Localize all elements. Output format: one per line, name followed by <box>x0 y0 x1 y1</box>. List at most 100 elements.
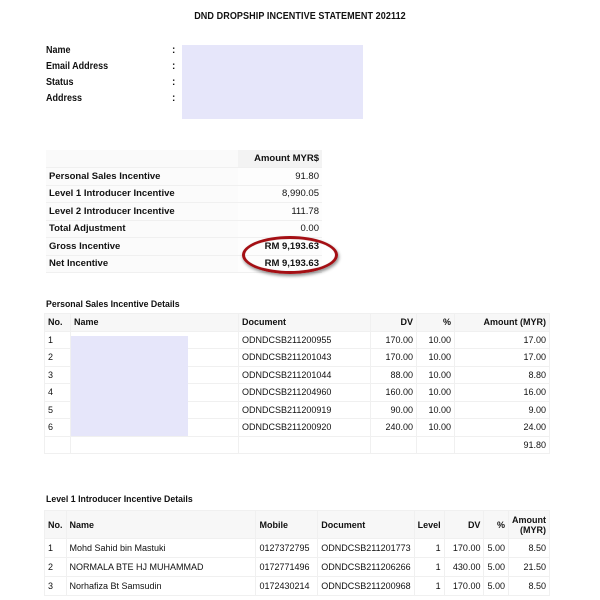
amount-header-line2: (MYR) <box>520 524 546 535</box>
col-dv-header: DV <box>370 313 417 332</box>
row-amount: 17.00 <box>454 348 550 367</box>
row-pct: 10.00 <box>416 418 455 437</box>
row-dv: 90.00 <box>370 400 417 419</box>
row-no: 1 <box>44 330 71 349</box>
summary-header-blank <box>46 150 238 168</box>
table-row: 2 NORMALA BTE HJ MUHAMMAD 0172771496 ODN… <box>44 557 550 577</box>
row-name: Mohd Sahid bin Mastuki <box>65 538 257 558</box>
document-title: DND DROPSHIP INCENTIVE STATEMENT 202112 <box>194 10 406 22</box>
summary-row-amount: 111.78 <box>238 202 322 221</box>
summary-row: Personal Sales Incentive 91.80 <box>46 167 322 186</box>
row-level: 1 <box>413 538 445 558</box>
row-no: 2 <box>44 348 71 367</box>
row-pct: 5.00 <box>483 538 509 558</box>
row-mobile: 0127372795 <box>255 538 319 558</box>
row-document: ODNDCSB211200920 <box>238 418 371 437</box>
summary-row: Level 1 Introducer Incentive 8,990.05 <box>46 185 322 203</box>
redacted-profile-block <box>182 45 363 119</box>
row-amount: 8.50 <box>508 576 550 596</box>
total-blank <box>70 435 239 454</box>
row-name: NORMALA BTE HJ MUHAMMAD <box>65 557 257 577</box>
row-amount: 24.00 <box>454 418 550 437</box>
total-blank <box>416 435 455 454</box>
row-no: 5 <box>44 400 71 419</box>
personal-sales-header-row: No. Name Document DV % Amount (MYR) <box>44 313 550 332</box>
row-document: ODNDCSB211200955 <box>238 330 371 349</box>
row-no: 1 <box>44 538 67 558</box>
col-level-header: Level <box>413 510 445 539</box>
address-label: Address <box>46 93 83 104</box>
row-no: 4 <box>44 383 71 402</box>
row-level: 1 <box>413 557 445 577</box>
row-pct: 10.00 <box>416 400 455 419</box>
col-amount-header: Amount (MYR) <box>454 313 550 332</box>
redacted-names-block <box>71 336 188 436</box>
summary-row-label: Level 1 Introducer Incentive <box>46 185 238 203</box>
row-pct: 10.00 <box>416 330 455 349</box>
level1-introducer-table: No. Name Mobile Document Level DV % Amou… <box>44 510 550 596</box>
amount-header-line1: Amount <box>512 514 546 525</box>
level1-title: Level 1 Introducer Incentive Details <box>46 494 193 505</box>
email-label: Email Address <box>46 61 109 72</box>
row-document: ODNDCSB211204960 <box>238 383 371 402</box>
col-no-header: No. <box>44 510 67 539</box>
address-colon: : <box>172 93 176 104</box>
summary-row-label: Personal Sales Incentive <box>46 167 238 186</box>
row-no: 3 <box>44 576 67 596</box>
row-amount: 16.00 <box>454 383 550 402</box>
statement-page: DND DROPSHIP INCENTIVE STATEMENT 202112 … <box>0 0 600 600</box>
row-pct: 5.00 <box>483 576 509 596</box>
col-name-header: Name <box>65 510 257 539</box>
row-dv: 170.00 <box>443 538 485 558</box>
col-name-header: Name <box>70 313 239 332</box>
gross-incentive-label: Gross Incentive <box>46 237 238 256</box>
row-dv: 88.00 <box>370 365 417 384</box>
summary-row: Total Adjustment 0.00 <box>46 220 322 238</box>
total-blank <box>370 435 417 454</box>
summary-row-label: Total Adjustment <box>46 220 238 238</box>
row-dv: 170.00 <box>443 576 485 596</box>
row-pct: 5.00 <box>483 557 509 577</box>
row-pct: 10.00 <box>416 348 455 367</box>
col-pct-header: % <box>416 313 455 332</box>
level1-header-row: No. Name Mobile Document Level DV % Amou… <box>44 510 550 539</box>
row-dv: 430.00 <box>443 557 485 577</box>
net-incentive-label: Net Incentive <box>46 255 238 273</box>
summary-header-row: Amount MYR$ <box>46 150 322 168</box>
row-dv: 240.00 <box>370 418 417 437</box>
row-dv: 170.00 <box>370 330 417 349</box>
row-amount: 21.50 <box>508 557 550 577</box>
row-document: ODNDCSB211201773 <box>317 538 415 558</box>
row-amount: 9.00 <box>454 400 550 419</box>
col-amount-header: Amount (MYR) <box>508 510 550 539</box>
summary-row: Level 2 Introducer Incentive 111.78 <box>46 202 322 221</box>
email-colon: : <box>172 61 176 72</box>
row-mobile: 0172771496 <box>255 557 319 577</box>
name-colon: : <box>172 45 176 56</box>
status-label: Status <box>46 77 74 88</box>
row-amount: 8.80 <box>454 365 550 384</box>
row-amount: 17.00 <box>454 330 550 349</box>
row-no: 3 <box>44 365 71 384</box>
row-document: ODNDCSB211200919 <box>238 400 371 419</box>
col-no-header: No. <box>44 313 71 332</box>
summary-amount-header: Amount MYR$ <box>238 150 322 168</box>
row-name: Norhafiza Bt Samsudin <box>65 576 257 596</box>
col-dv-header: DV <box>443 510 485 539</box>
row-amount: 8.50 <box>508 538 550 558</box>
row-dv: 170.00 <box>370 348 417 367</box>
total-blank <box>238 435 371 454</box>
summary-row-amount: 0.00 <box>238 220 322 238</box>
row-document: ODNDCSB211200968 <box>317 576 415 596</box>
personal-sales-title: Personal Sales Incentive Details <box>46 299 180 310</box>
total-row: 91.80 <box>44 435 550 454</box>
row-pct: 10.00 <box>416 365 455 384</box>
col-document-header: Document <box>238 313 371 332</box>
row-no: 6 <box>44 418 71 437</box>
row-dv: 160.00 <box>370 383 417 402</box>
row-no: 2 <box>44 557 67 577</box>
row-document: ODNDCSB211201044 <box>238 365 371 384</box>
row-document: ODNDCSB211206266 <box>317 557 415 577</box>
highlight-circle-annotation <box>242 236 338 274</box>
col-mobile-header: Mobile <box>255 510 319 539</box>
